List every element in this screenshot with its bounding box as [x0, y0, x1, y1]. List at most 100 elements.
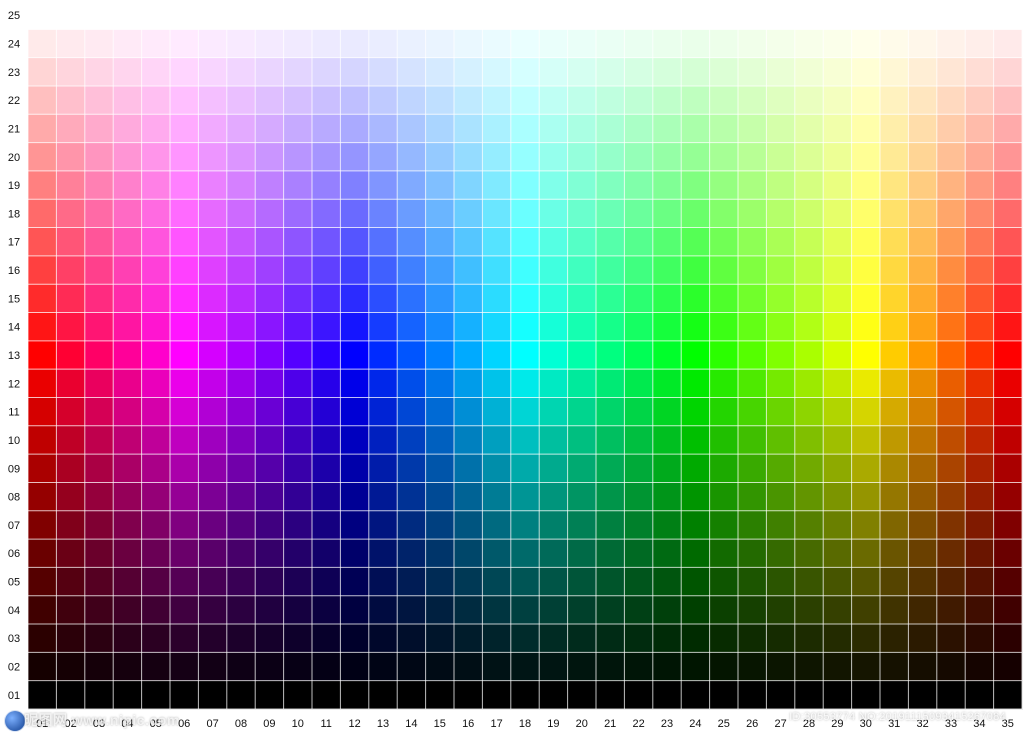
color-cell: [510, 510, 540, 540]
color-cell: [993, 227, 1023, 257]
color-cell: [965, 199, 994, 228]
color-cell: [255, 312, 284, 342]
y-axis-label: 03: [8, 633, 20, 645]
color-cell: [567, 85, 597, 115]
color-cell: [993, 284, 1023, 313]
color-cell: [113, 369, 142, 398]
color-cell: [965, 227, 994, 257]
color-cell: [851, 397, 881, 427]
color-cell: [255, 340, 284, 370]
color-cell: [425, 454, 455, 483]
color-cell: [652, 312, 682, 342]
color-cell: [454, 85, 483, 115]
color-cell: [993, 425, 1023, 455]
color-cell: [596, 567, 625, 597]
color-cell: [454, 340, 483, 370]
color-cell: [851, 29, 881, 58]
color-cell: [596, 454, 625, 483]
color-cell: [596, 595, 625, 625]
color-cell: [936, 57, 966, 87]
color-cell: [880, 397, 909, 427]
color-cell: [28, 29, 57, 58]
color-cell: [312, 539, 341, 568]
color-cell: [141, 482, 171, 512]
color-cell: [567, 397, 597, 427]
color-cell: [908, 85, 938, 115]
color-cell: [56, 85, 86, 115]
color-cell: [397, 539, 426, 568]
color-cell: [567, 114, 597, 143]
color-cell: [766, 652, 796, 681]
color-cell: [539, 340, 568, 370]
color-cell: [567, 567, 597, 597]
color-cell: [936, 29, 966, 58]
color-cell: [567, 340, 597, 370]
color-cell: [56, 312, 86, 342]
color-cell: [226, 170, 256, 200]
y-axis-label: 05: [8, 577, 20, 589]
color-cell: [226, 142, 256, 172]
color-cell: [709, 85, 739, 115]
color-cell: [510, 57, 540, 87]
color-cell: [425, 680, 455, 710]
color-cell: [794, 227, 824, 257]
color-cell: [368, 227, 398, 257]
color-cell: [113, 312, 142, 342]
color-cell: [226, 454, 256, 483]
color-cell: [738, 142, 767, 172]
color-cell: [624, 624, 654, 653]
color-cell: [340, 454, 370, 483]
color-cell: [482, 369, 512, 398]
color-cell: [425, 255, 455, 285]
color-cell: [113, 1, 142, 30]
color-cell: [283, 199, 313, 228]
color-cell: [510, 567, 540, 597]
color-cell: [596, 425, 625, 455]
color-cell: [681, 595, 710, 625]
color-cell: [823, 595, 852, 625]
color-cell: [936, 624, 966, 653]
color-cell: [709, 284, 739, 313]
color-cell: [510, 114, 540, 143]
y-axis-label: 11: [8, 407, 19, 419]
color-cell: [936, 312, 966, 342]
color-cell: [56, 1, 86, 30]
y-axis-label: 14: [8, 322, 20, 334]
color-cell: [226, 57, 256, 87]
color-cell: [425, 510, 455, 540]
color-cell: [368, 284, 398, 313]
watermark-right: ID:30553774 NO:20191115093415267084: [789, 711, 1006, 723]
color-cell: [766, 227, 796, 257]
color-cell: [198, 85, 228, 115]
color-cell: [397, 142, 426, 172]
color-cell: [226, 312, 256, 342]
color-cell: [198, 57, 228, 87]
color-cell: [709, 199, 739, 228]
color-cell: [993, 482, 1023, 512]
color-cell: [425, 57, 455, 87]
color-cell: [567, 680, 597, 710]
color-cell: [482, 114, 512, 143]
color-cell: [851, 312, 881, 342]
x-axis-label: 23: [661, 718, 673, 730]
color-cell: [368, 425, 398, 455]
color-cell: [993, 595, 1023, 625]
color-cell: [84, 369, 114, 398]
color-cell: [226, 199, 256, 228]
color-cell: [454, 199, 483, 228]
color-cell: [226, 652, 256, 681]
y-axis-label: 13: [8, 350, 20, 362]
color-cell: [397, 652, 426, 681]
color-cell: [936, 199, 966, 228]
color-cell: [794, 340, 824, 370]
color-cell: [312, 142, 341, 172]
color-cell: [56, 227, 86, 257]
color-cell: [170, 312, 199, 342]
color-cell: [283, 85, 313, 115]
color-cell: [510, 1, 540, 30]
color-cell: [425, 539, 455, 568]
color-cell: [539, 369, 568, 398]
color-cell: [766, 199, 796, 228]
color-cell: [965, 624, 994, 653]
color-cell: [709, 482, 739, 512]
